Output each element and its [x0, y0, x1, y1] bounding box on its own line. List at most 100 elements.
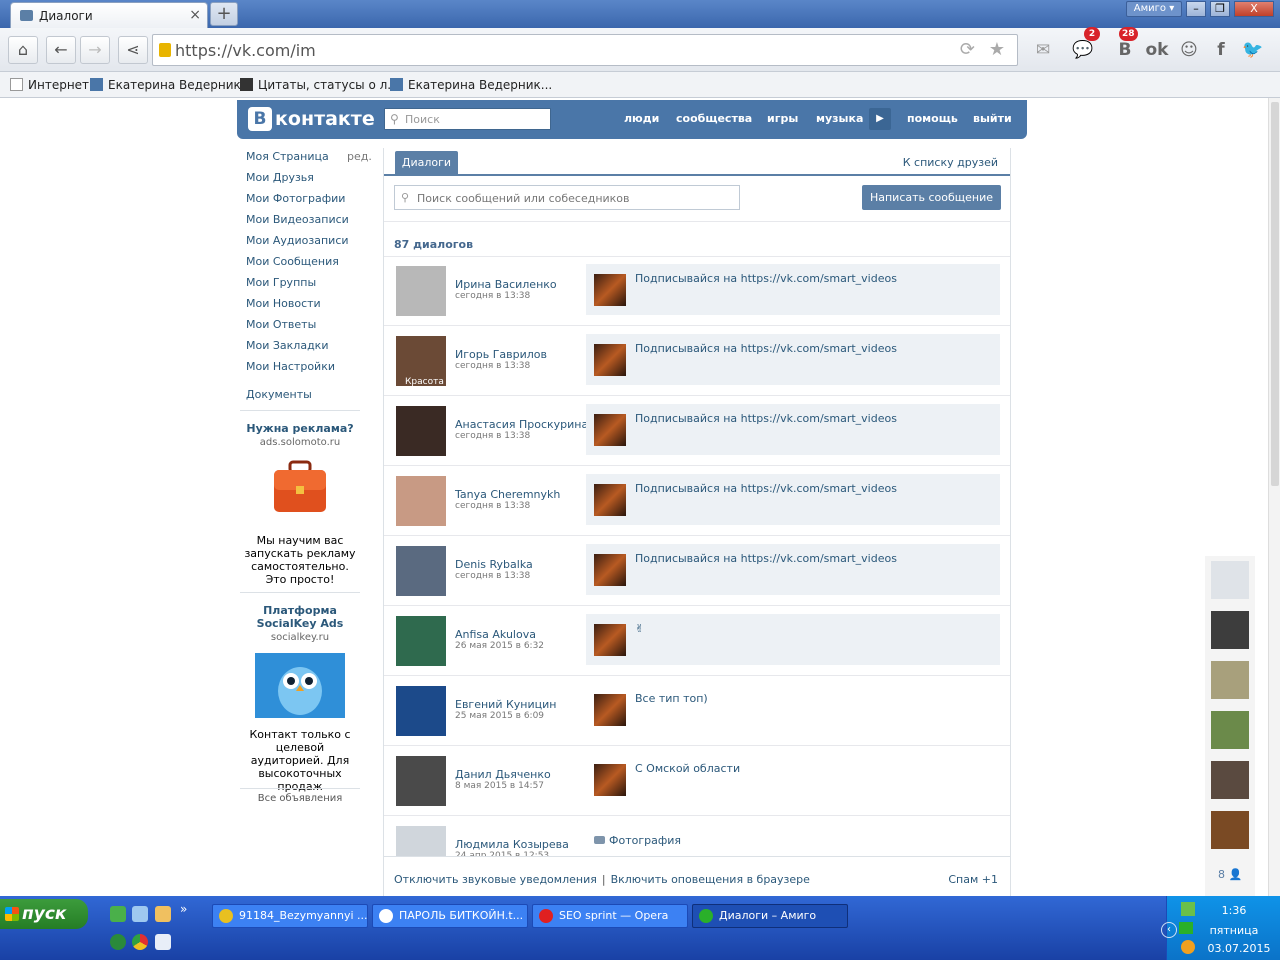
bookmark-internet[interactable]: Интернет: [10, 78, 89, 92]
odnoklassniki-icon[interactable]: ok: [1142, 36, 1172, 64]
dialog-name[interactable]: Евгений Куницин: [455, 698, 556, 711]
all-ads-link[interactable]: Все объявления: [240, 793, 360, 804]
bookmark-ekaterina-1[interactable]: Екатерина Ведерник...: [90, 78, 252, 92]
menu-logout[interactable]: выйти: [973, 112, 1012, 125]
dialog-name[interactable]: Анастасия Проскурина: [455, 418, 588, 431]
twitter-icon[interactable]: 🐦: [1238, 36, 1268, 64]
nav-my-messages[interactable]: Мои Сообщения: [246, 255, 370, 276]
message-preview[interactable]: С Омской области: [586, 754, 1000, 805]
avatar[interactable]: [396, 756, 446, 806]
dialog-row[interactable]: Tanya Cheremnykh сегодня в 13:38 Подписыва…: [384, 466, 1010, 536]
utorrent-icon[interactable]: [110, 906, 126, 922]
online-friend-avatar[interactable]: [1211, 761, 1249, 799]
more-icon[interactable]: »: [180, 902, 187, 916]
reload-icon[interactable]: ⟳: [960, 39, 975, 60]
menu-games[interactable]: игры: [767, 112, 798, 125]
vk-search-input[interactable]: ⚲ Поиск: [384, 108, 551, 130]
nav-my-audio[interactable]: Мои Аудиозаписи: [246, 234, 370, 255]
vk-logo[interactable]: Вконтакте: [248, 107, 375, 131]
message-search-input[interactable]: ⚲ Поиск сообщений или собеседников: [394, 185, 740, 210]
nav-my-friends[interactable]: Мои Друзья: [246, 171, 370, 192]
online-friend-avatar[interactable]: [1211, 811, 1249, 849]
address-input[interactable]: https://vk.com/im: [175, 41, 316, 60]
music-play-icon[interactable]: ▶: [869, 108, 891, 130]
spam-link[interactable]: Спам +1: [948, 873, 998, 886]
new-tab-button[interactable]: +: [210, 2, 238, 26]
browser-tab[interactable]: Диалоги ×: [10, 2, 208, 28]
back-icon[interactable]: ←: [46, 36, 76, 64]
tab-close-icon[interactable]: ×: [189, 7, 201, 23]
nav-my-answers[interactable]: Мои Ответы: [246, 318, 370, 339]
dialog-row[interactable]: Данил Дьяченко 8 мая 2015 в 14:57 С Омской…: [384, 746, 1010, 816]
message-preview[interactable]: Подписывайся на https://vk.com/smart_vid…: [586, 264, 1000, 315]
owl-image[interactable]: [255, 653, 345, 718]
bookmark-quotes[interactable]: Цитаты, статусы о л...: [240, 78, 399, 92]
start-button[interactable]: пуск: [0, 899, 88, 929]
forward-icon[interactable]: →: [80, 36, 110, 64]
online-count[interactable]: 8 👤: [1218, 868, 1242, 881]
ad-solomoto[interactable]: Нужна реклама? ads.solomoto.ru: [240, 422, 360, 448]
address-bar[interactable]: https://vk.com/im ⟳ ★: [152, 34, 1018, 66]
friends-list-link[interactable]: К списку друзей: [903, 156, 998, 169]
scrollbar-thumb[interactable]: [1271, 102, 1279, 486]
nav-my-settings[interactable]: Мои Настройки: [246, 360, 370, 381]
mute-sounds-link[interactable]: Отключить звуковые уведомления: [394, 873, 597, 886]
avatar[interactable]: [396, 616, 446, 666]
dialog-row[interactable]: Анастасия Проскурина сегодня в 13:38 Подпи…: [384, 396, 1010, 466]
menu-music[interactable]: музыка: [816, 112, 863, 125]
nav-my-photos[interactable]: Мои Фотографии: [246, 192, 370, 213]
dialog-name[interactable]: Людмила Козырева: [455, 838, 569, 851]
online-friend-avatar[interactable]: [1211, 561, 1249, 599]
message-preview[interactable]: Все тип топ): [586, 684, 1000, 735]
browser-notify-link[interactable]: Включить оповещения в браузере: [611, 873, 810, 886]
dialog-row[interactable]: Denis Rybalka сегодня в 13:38 Подписывайся…: [384, 536, 1010, 606]
message-preview[interactable]: Подписывайся на https://vk.com/smart_vid…: [586, 404, 1000, 455]
nav-my-news[interactable]: Мои Новости: [246, 297, 370, 318]
message-preview[interactable]: Подписывайся на https://vk.com/smart_vid…: [586, 544, 1000, 595]
taskbar-task[interactable]: 91184_Bezymyannyi ...: [212, 904, 368, 928]
tab-dialogs[interactable]: Диалоги: [395, 151, 458, 175]
avatar[interactable]: [396, 686, 446, 736]
online-friend-avatar[interactable]: [1211, 711, 1249, 749]
amigo-icon[interactable]: [110, 934, 126, 950]
moi-mir-icon[interactable]: ☺: [1174, 36, 1204, 64]
avatar[interactable]: [396, 476, 446, 526]
ad-solomoto-text[interactable]: Мы научим вас запускать рекламу самостоя…: [240, 534, 360, 586]
profile-button[interactable]: Амиго ▾: [1126, 1, 1182, 17]
share-icon[interactable]: ⋖: [118, 36, 148, 64]
dialog-row[interactable]: Anfisa Akulova 26 мая 2015 в 6:32 ✌: [384, 606, 1010, 676]
taskbar-task[interactable]: Диалоги – Амиго: [692, 904, 848, 928]
desktop-icon[interactable]: [155, 934, 171, 950]
bookmark-star-icon[interactable]: ★: [989, 39, 1005, 60]
nav-my-bookmarks[interactable]: Мои Закладки: [246, 339, 370, 360]
nav-my-groups[interactable]: Мои Группы: [246, 276, 370, 297]
dialog-name[interactable]: Данил Дьяченко: [455, 768, 551, 781]
mail-icon[interactable]: ✉: [1028, 36, 1058, 64]
dialog-name[interactable]: Ирина Василенко: [455, 278, 557, 291]
folder-icon[interactable]: [155, 906, 171, 922]
taskbar-task[interactable]: ПАРОЛЬ БИТКОЙН.t...: [372, 904, 528, 928]
avatar[interactable]: Красота: [396, 336, 446, 387]
menu-help[interactable]: помощь: [907, 112, 958, 125]
close-window-button[interactable]: X: [1234, 1, 1274, 17]
facebook-icon[interactable]: f: [1206, 36, 1236, 64]
menu-people[interactable]: люди: [624, 112, 659, 125]
message-preview[interactable]: ✌: [586, 614, 1000, 665]
online-friend-avatar[interactable]: [1211, 661, 1249, 699]
network-icon[interactable]: [132, 906, 148, 922]
dialog-row[interactable]: Красота Игорь Гаврилов сегодня в 13:38 Подп…: [384, 326, 1010, 396]
minimize-button[interactable]: –: [1186, 1, 1206, 17]
nav-documents[interactable]: Документы: [246, 388, 370, 409]
menu-communities[interactable]: сообщества: [676, 112, 752, 125]
maximize-button[interactable]: ❐: [1210, 1, 1230, 17]
taskbar-task[interactable]: SEO sprint — Opera: [532, 904, 688, 928]
dialog-name[interactable]: Denis Rybalka: [455, 558, 533, 571]
online-friend-avatar[interactable]: [1211, 611, 1249, 649]
home-icon[interactable]: ⌂: [8, 36, 38, 64]
message-preview[interactable]: Подписывайся на https://vk.com/smart_vid…: [586, 474, 1000, 525]
edit-menu-link[interactable]: ред.: [347, 150, 372, 163]
message-preview[interactable]: Подписывайся на https://vk.com/smart_vid…: [586, 334, 1000, 385]
nav-my-videos[interactable]: Мои Видеозаписи: [246, 213, 370, 234]
avatar[interactable]: [396, 406, 446, 456]
ad-socialkey[interactable]: Платформа SocialKey Ads socialkey.ru: [240, 604, 360, 643]
